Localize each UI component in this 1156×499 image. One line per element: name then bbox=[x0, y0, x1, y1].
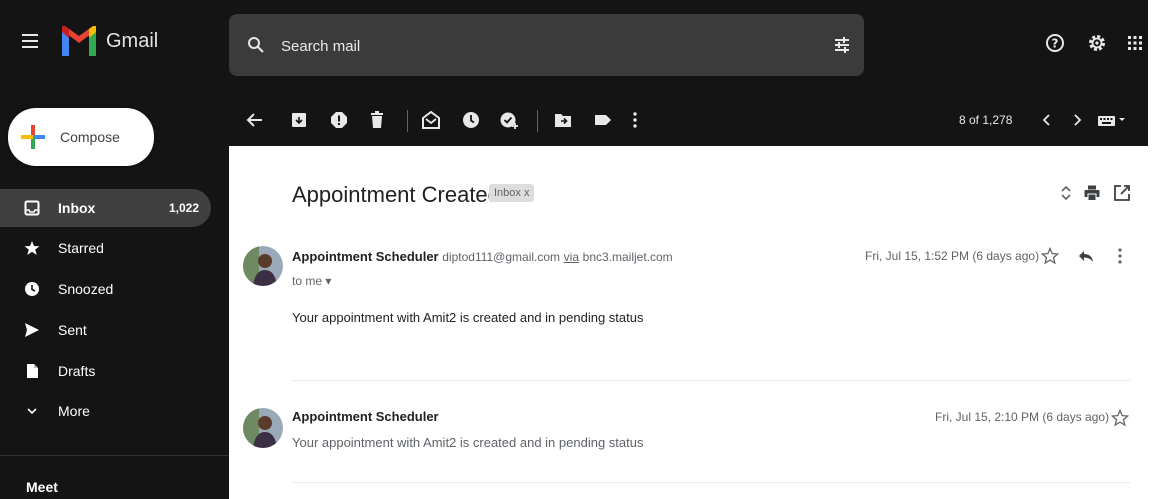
message-divider bbox=[292, 380, 1130, 381]
star-outline-icon[interactable] bbox=[1041, 247, 1059, 265]
compose-plus-icon bbox=[21, 125, 45, 149]
sidebar-divider bbox=[0, 455, 229, 456]
message-toolbar: 8 of 1,278 bbox=[229, 96, 1148, 146]
message-snippet[interactable]: Your appointment with Amit2 is created a… bbox=[292, 435, 643, 450]
help-icon[interactable]: ? bbox=[1045, 33, 1065, 53]
send-icon bbox=[25, 323, 39, 337]
gmail-logo-icon[interactable] bbox=[60, 24, 98, 58]
clock-icon bbox=[25, 282, 39, 296]
sidebar-item-label: Starred bbox=[58, 240, 104, 256]
top-bar: Gmail ? bbox=[0, 0, 1148, 92]
sidebar-item-label: Drafts bbox=[58, 363, 96, 379]
message-date: Fri, Jul 15, 1:52 PM (6 days ago) bbox=[865, 249, 1040, 263]
sidebar-item-drafts[interactable]: Drafts bbox=[0, 352, 211, 390]
app-name: Gmail bbox=[106, 30, 159, 52]
add-to-tasks-icon[interactable] bbox=[499, 110, 519, 130]
sidebar-item-starred[interactable]: Starred bbox=[0, 229, 211, 267]
archive-icon[interactable] bbox=[289, 110, 309, 130]
message-body: Your appointment with Amit2 is created a… bbox=[292, 310, 644, 325]
pagination-text: 8 of 1,278 bbox=[959, 113, 1013, 127]
star-icon bbox=[24, 241, 40, 255]
sidebar-item-sent[interactable]: Sent bbox=[0, 311, 211, 349]
svg-text:?: ? bbox=[1052, 37, 1059, 51]
via-domain: bnc3.mailjet.com bbox=[582, 250, 673, 264]
message-header: Appointment Scheduler diptod111@gmail.co… bbox=[292, 249, 673, 264]
more-vertical-icon[interactable] bbox=[625, 110, 645, 130]
more-vertical-icon[interactable] bbox=[1111, 247, 1129, 265]
gmail-app: Gmail ? bbox=[0, 0, 1148, 499]
hamburger-menu-icon[interactable] bbox=[22, 34, 38, 48]
sender-email: diptod111@gmail.com bbox=[442, 250, 561, 264]
snooze-clock-icon[interactable] bbox=[461, 110, 481, 130]
sidebar-item-inbox[interactable]: Inbox 1,022 bbox=[0, 189, 211, 227]
chevron-down-icon bbox=[27, 408, 37, 415]
recipient-details-toggle[interactable]: to me ▾ bbox=[292, 274, 331, 288]
sidebar-item-more[interactable]: More bbox=[0, 392, 211, 430]
inbox-unread-count: 1,022 bbox=[168, 201, 199, 215]
sender-avatar[interactable] bbox=[243, 408, 283, 448]
move-to-folder-icon[interactable] bbox=[553, 110, 573, 130]
meet-section-title: Meet bbox=[26, 479, 58, 495]
sidebar-item-snoozed[interactable]: Snoozed bbox=[0, 270, 211, 308]
compose-button[interactable]: Compose bbox=[8, 108, 154, 166]
via-link[interactable]: via bbox=[564, 250, 579, 264]
reply-icon[interactable] bbox=[1077, 247, 1095, 265]
toolbar-divider bbox=[537, 110, 538, 132]
search-input[interactable] bbox=[279, 32, 803, 60]
sidebar-item-label: More bbox=[58, 403, 90, 419]
sender-name[interactable]: Appointment Scheduler bbox=[292, 409, 439, 424]
apps-grid-icon[interactable] bbox=[1125, 33, 1145, 53]
recipient-text: to me bbox=[292, 274, 323, 288]
mark-unread-icon[interactable] bbox=[421, 110, 441, 130]
message-divider bbox=[292, 482, 1130, 483]
draft-icon bbox=[27, 364, 38, 378]
inbox-label-chip[interactable]: Inbox x bbox=[489, 184, 535, 202]
label-tag-icon[interactable] bbox=[593, 110, 613, 130]
star-outline-icon[interactable] bbox=[1111, 409, 1129, 427]
message-pane: Appointment Created Inbox x Appointment … bbox=[229, 146, 1148, 499]
delete-trash-icon[interactable] bbox=[367, 110, 387, 130]
inbox-icon bbox=[24, 200, 40, 216]
sender-name[interactable]: Appointment Scheduler bbox=[292, 249, 439, 264]
chevron-left-icon[interactable] bbox=[1037, 110, 1057, 130]
print-icon[interactable] bbox=[1083, 184, 1101, 202]
expand-collapse-icon[interactable] bbox=[1057, 184, 1075, 202]
compose-label: Compose bbox=[60, 129, 120, 145]
toolbar-divider bbox=[407, 110, 408, 132]
caret-down-icon[interactable]: ▾ bbox=[325, 274, 331, 288]
keyboard-input-tools-icon[interactable] bbox=[1097, 110, 1127, 130]
sender-avatar[interactable] bbox=[243, 246, 283, 286]
sidebar-item-label: Sent bbox=[58, 322, 87, 338]
settings-gear-icon[interactable] bbox=[1087, 33, 1107, 53]
open-in-new-window-icon[interactable] bbox=[1113, 184, 1131, 202]
report-spam-icon[interactable] bbox=[329, 110, 349, 130]
sidebar-item-label: Snoozed bbox=[58, 281, 114, 297]
message-date: Fri, Jul 15, 2:10 PM (6 days ago) bbox=[935, 410, 1110, 424]
search-options-icon[interactable] bbox=[833, 36, 851, 54]
chevron-right-icon[interactable] bbox=[1067, 110, 1087, 130]
search-icon[interactable] bbox=[247, 36, 265, 54]
thread-subject: Appointment Created bbox=[292, 182, 500, 207]
sidebar-item-label: Inbox bbox=[58, 200, 96, 216]
search-bar[interactable] bbox=[229, 14, 864, 76]
back-arrow-icon[interactable] bbox=[245, 110, 265, 130]
